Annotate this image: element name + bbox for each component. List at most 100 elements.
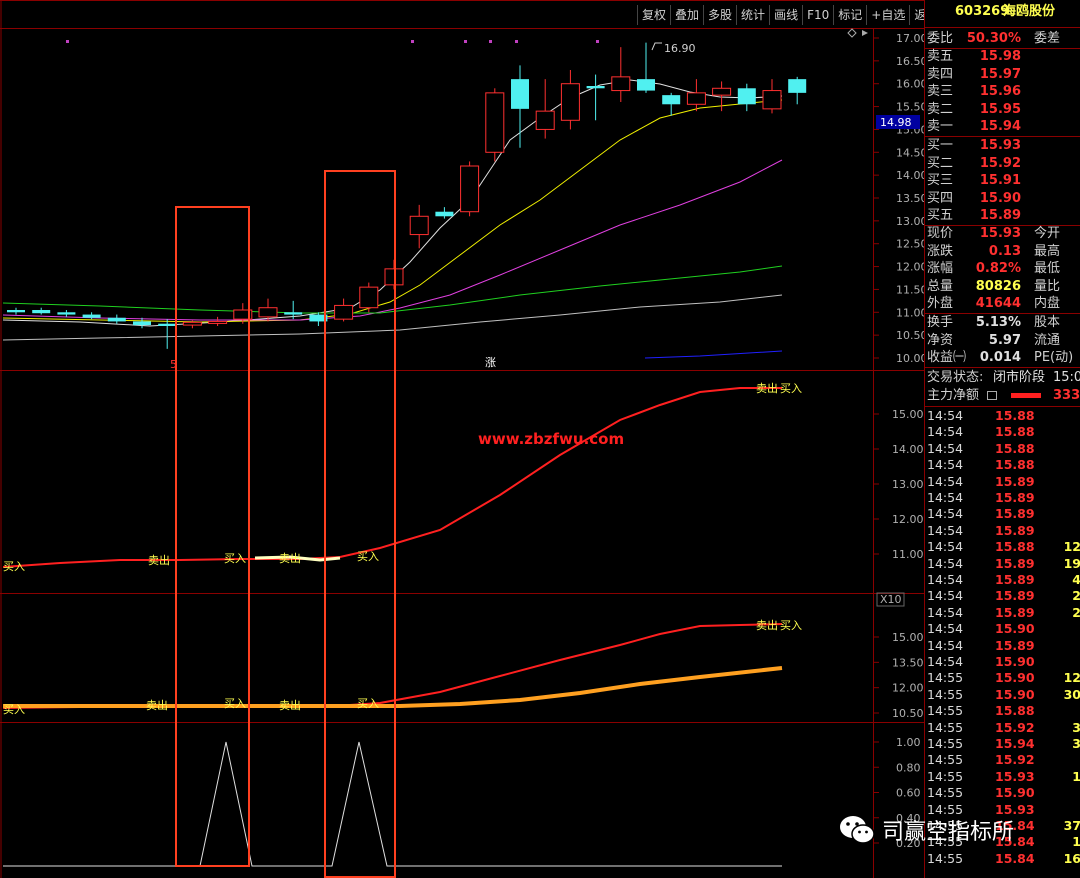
stock-header[interactable]: 603269 海鸥股份 xyxy=(925,3,1080,20)
p2-y-tick-label: 15.00 xyxy=(892,408,924,421)
p2-y-tick-label: 11.00 xyxy=(892,548,924,561)
stat-row-label2: 今开 xyxy=(1034,226,1061,241)
candle-body[interactable] xyxy=(762,90,782,110)
tick-row: 14:54 15.88 xyxy=(925,441,1080,457)
ask-row-value: 15.95 xyxy=(979,101,1021,117)
y-tick-label: 16.00 xyxy=(896,78,924,91)
bid-row: 买一 15.93 xyxy=(925,137,1080,154)
chart-toolbar: 复权叠加多股统计画线F10标记+自选返回 xyxy=(637,5,943,25)
tick-row: 14:55 15.88 xyxy=(925,703,1080,719)
tick-volume: 37 xyxy=(1063,818,1080,833)
stat2-row: 收益㈠ 0.014 PE(动) xyxy=(925,349,1080,366)
tick-time: 14:54 xyxy=(927,424,964,440)
candle-body[interactable] xyxy=(460,165,480,213)
tick-volume: 30 xyxy=(1063,686,1080,702)
candle-body[interactable] xyxy=(662,95,681,105)
tick-time: 14:55 xyxy=(927,768,964,784)
candle-body[interactable] xyxy=(586,86,605,89)
candle-body[interactable] xyxy=(485,92,505,153)
candle-body[interactable] xyxy=(409,215,429,236)
candle-body[interactable] xyxy=(284,312,303,315)
ask-row-label: 卖四 xyxy=(927,66,954,82)
tick-volume: 4 xyxy=(1072,572,1080,587)
list-icon[interactable] xyxy=(987,391,997,400)
p2-y-tick-label: 14.00 xyxy=(892,443,924,456)
toolbar-button-6[interactable]: 标记 xyxy=(833,5,867,25)
trade-status-time: 15:0 xyxy=(1053,370,1080,385)
tick-price: 15.89 xyxy=(995,473,1035,489)
candle-body[interactable] xyxy=(560,83,580,121)
candle-body[interactable] xyxy=(182,321,202,326)
tick-time: 14:55 xyxy=(927,703,964,719)
tick-price: 15.88 xyxy=(995,703,1035,719)
candle-body[interactable] xyxy=(7,310,25,313)
tick-price: 15.88 xyxy=(995,539,1035,555)
tick-price: 15.84 xyxy=(995,850,1035,866)
tick-row: 14:54 15.88 12 xyxy=(925,539,1080,555)
wechat-icon xyxy=(840,816,875,844)
play-icon[interactable] xyxy=(862,30,868,36)
tick-time: 14:54 xyxy=(927,572,964,587)
candle-body[interactable] xyxy=(435,211,454,217)
toolbar-button-3[interactable]: 统计 xyxy=(736,5,770,25)
tick-time: 14:54 xyxy=(927,506,964,522)
stat-row-label: 现价 xyxy=(927,226,954,241)
candle-body[interactable] xyxy=(57,312,76,315)
candle-body[interactable] xyxy=(359,286,379,309)
toolbar-button-2[interactable]: 多股 xyxy=(703,5,737,25)
candle-body[interactable] xyxy=(788,79,807,93)
tick-time: 14:54 xyxy=(927,408,964,423)
tick-price: 15.89 xyxy=(995,522,1035,538)
y-tick-label: 15.50 xyxy=(896,101,924,114)
tick-volume: 12 xyxy=(1063,670,1080,686)
p2-y-tick-label: 12.00 xyxy=(892,513,924,526)
toolbar-button-5[interactable]: F10 xyxy=(802,5,834,25)
candle-body[interactable] xyxy=(637,79,655,91)
tick-price: 15.89 xyxy=(995,506,1035,522)
stat-row: 涨跌 0.13 最高 xyxy=(925,243,1080,260)
candle-body[interactable] xyxy=(611,76,631,92)
tick-time: 14:55 xyxy=(927,752,964,768)
y-tick-label: 11.50 xyxy=(896,283,924,296)
toolbar-button-7[interactable]: +自选 xyxy=(866,5,910,25)
candle-body[interactable] xyxy=(107,317,126,322)
diamond-icon[interactable] xyxy=(847,28,857,38)
signal-dot xyxy=(66,40,69,43)
p2-y-tick-label: 13.00 xyxy=(892,478,924,491)
candle-body[interactable] xyxy=(158,323,177,326)
candle-body[interactable] xyxy=(32,310,51,314)
p3-main-line xyxy=(2,623,783,709)
candle-body[interactable] xyxy=(712,87,732,96)
signal-dot xyxy=(411,40,414,43)
tick-time: 14:55 xyxy=(927,686,964,702)
toolbar-button-0[interactable]: 复权 xyxy=(637,5,671,25)
candle-body[interactable] xyxy=(208,320,228,324)
tick-volume: 2 xyxy=(1072,604,1080,620)
bid-row-value: 15.93 xyxy=(979,138,1021,153)
kline-chart[interactable]: 17.00 16.50 16.00 15.50 15.00 14.50 14.00 13.50… xyxy=(0,0,924,878)
tick-row: 14:54 15.89 2 xyxy=(925,588,1080,604)
watermark-text: 司赢空指标所 xyxy=(882,820,1015,845)
toolbar-button-4[interactable]: 画线 xyxy=(769,5,803,25)
ask-row: 卖二 15.95 xyxy=(925,101,1080,118)
candle-body[interactable] xyxy=(737,88,756,105)
tick-row: 14:55 15.84 16 xyxy=(925,851,1080,867)
candle-body[interactable] xyxy=(258,307,278,318)
tick-time: 14:54 xyxy=(927,588,964,604)
candle-body[interactable] xyxy=(511,79,529,109)
ask-row: 卖三 15.96 xyxy=(925,83,1080,100)
toolbar-button-1[interactable]: 叠加 xyxy=(670,5,704,25)
stat-row: 总量 80826 量比 xyxy=(925,278,1080,295)
stat-row-value: 41644 xyxy=(975,296,1021,312)
candle-body[interactable] xyxy=(686,92,706,105)
quote-panel: 603269 海鸥股份 委比 50.30% 委差 卖五 15.98 卖四 15.97 卖… xyxy=(924,0,1080,878)
candle-body[interactable] xyxy=(535,110,555,130)
candle-body[interactable] xyxy=(133,321,151,326)
candle-body[interactable] xyxy=(82,314,101,318)
candle-body[interactable] xyxy=(334,304,354,320)
tick-row: 14:54 15.89 4 xyxy=(925,572,1080,588)
y-tick-label: 11.00 xyxy=(896,306,924,319)
p2-signal-label: 买入 xyxy=(224,552,246,565)
ask-row-value: 15.96 xyxy=(979,84,1021,100)
tick-row: 14:54 15.89 xyxy=(925,638,1080,654)
